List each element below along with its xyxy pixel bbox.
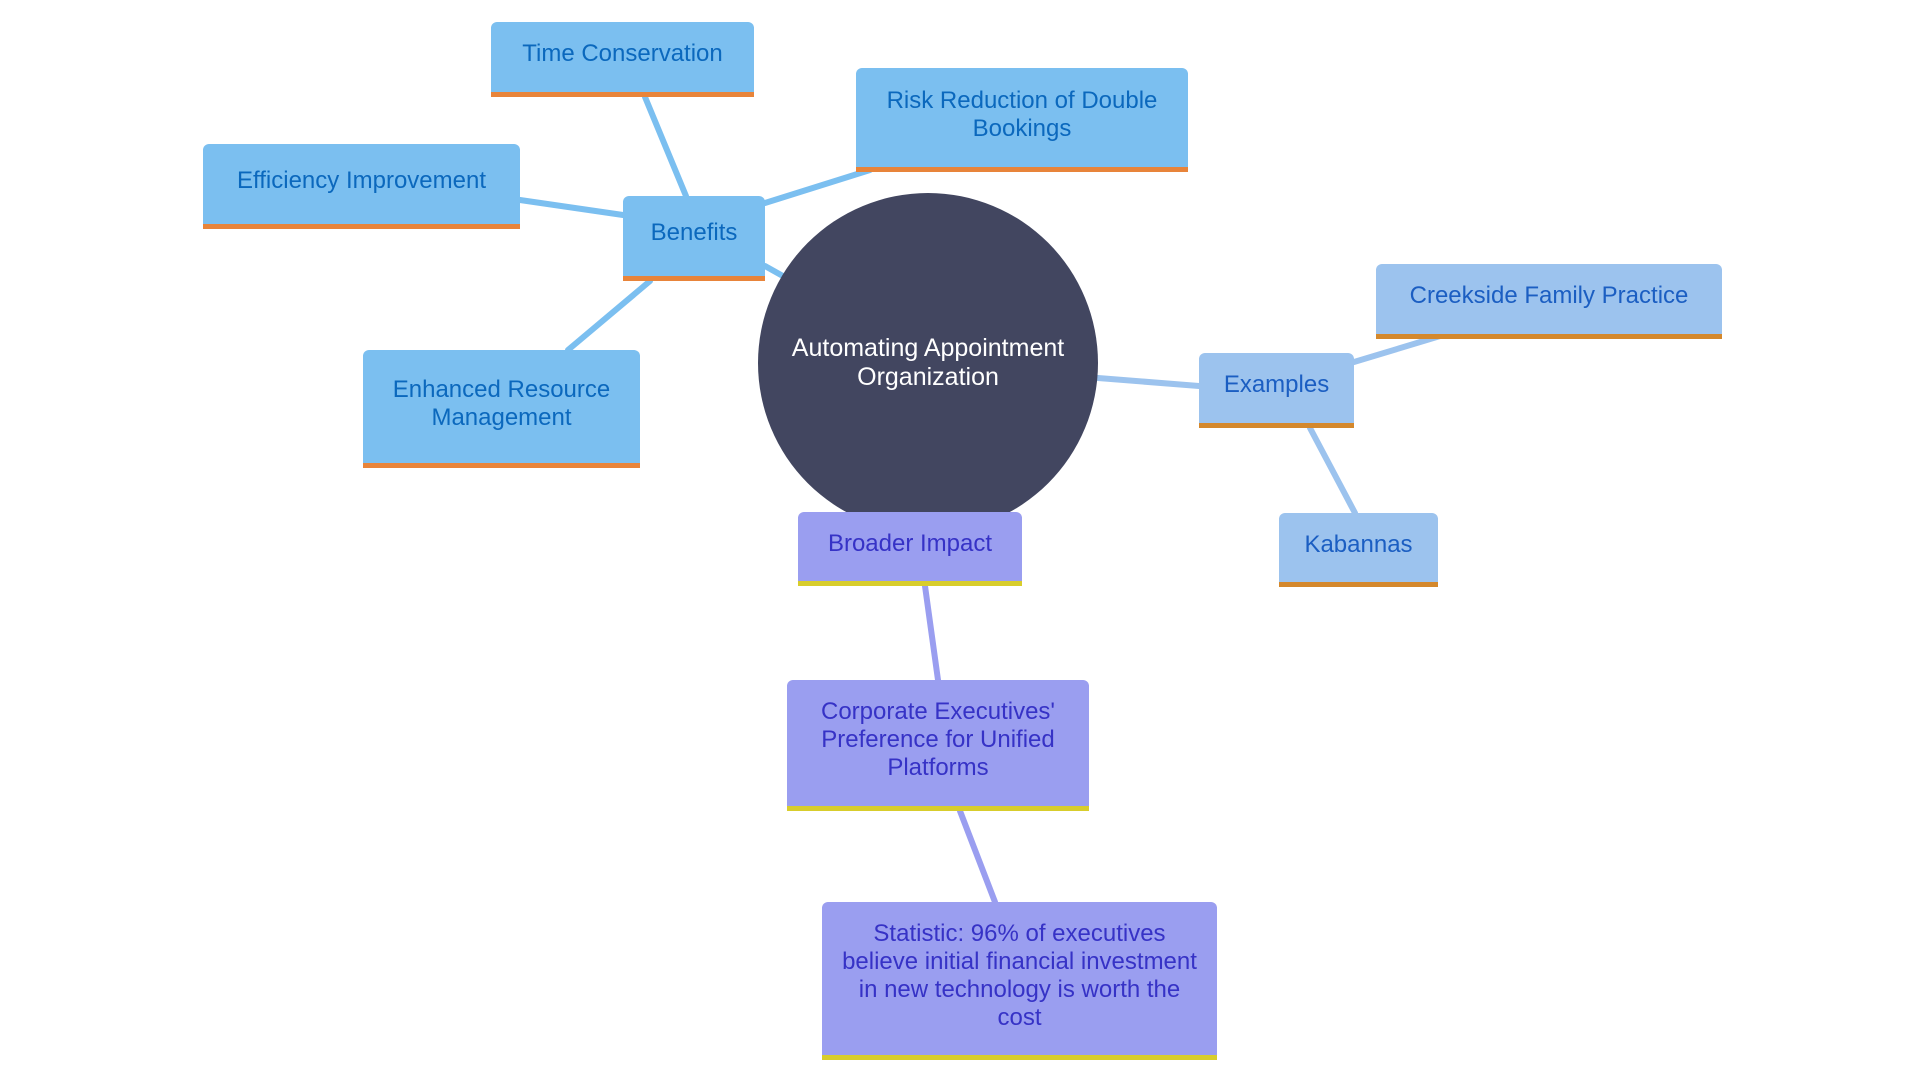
node-creekside-family-practice-label: Creekside Family Practice	[1409, 282, 1689, 309]
edge-benefits-enhanced	[565, 278, 653, 353]
node-risk-reduction[interactable]: Risk Reduction of Double Bookings	[856, 68, 1188, 172]
edge-center-examples	[1095, 375, 1202, 389]
node-time-conservation[interactable]: Time Conservation	[491, 22, 754, 97]
node-efficiency-improvement-label: Efficiency Improvement	[237, 167, 486, 194]
node-creekside-family-practice[interactable]: Creekside Family Practice	[1376, 264, 1722, 339]
node-examples[interactable]: Examples	[1199, 353, 1354, 428]
center-node-label: Automating Appointment Organization	[791, 334, 1065, 391]
node-statistic[interactable]: Statistic: 96% of executives believe ini…	[822, 902, 1217, 1060]
node-corporate-executives-preference[interactable]: Corporate Executives' Preference for Uni…	[787, 680, 1089, 811]
node-benefits-label: Benefits	[650, 219, 738, 246]
edge-corporate-statistic	[957, 808, 998, 905]
node-kabannas-label: Kabannas	[1304, 530, 1413, 558]
edge-examples-kabannas	[1307, 425, 1358, 516]
edge-benefits-risk	[762, 167, 873, 206]
node-broader-impact-label: Broader Impact	[827, 529, 993, 557]
node-kabannas[interactable]: Kabannas	[1279, 513, 1438, 587]
node-broader-impact[interactable]: Broader Impact	[798, 512, 1022, 586]
node-statistic-label: Statistic: 96% of executives believe ini…	[842, 919, 1197, 1031]
node-corporate-executives-preference-label: Corporate Executives' Preference for Uni…	[820, 698, 1056, 781]
edge-benefits-time	[642, 94, 689, 199]
edge-benefits-efficiency	[517, 197, 626, 218]
edge-impact-corporate	[922, 583, 941, 683]
node-benefits[interactable]: Benefits	[623, 196, 765, 281]
node-enhanced-resource-management-label: Enhanced Resource Management	[392, 375, 611, 431]
node-efficiency-improvement[interactable]: Efficiency Improvement	[203, 144, 520, 229]
node-risk-reduction-label: Risk Reduction of Double Bookings	[886, 86, 1158, 142]
node-enhanced-resource-management[interactable]: Enhanced Resource Management	[363, 350, 640, 468]
node-time-conservation-label: Time Conservation	[522, 40, 723, 67]
center-node[interactable]: Automating Appointment Organization	[758, 193, 1098, 533]
node-examples-label: Examples	[1223, 371, 1330, 398]
